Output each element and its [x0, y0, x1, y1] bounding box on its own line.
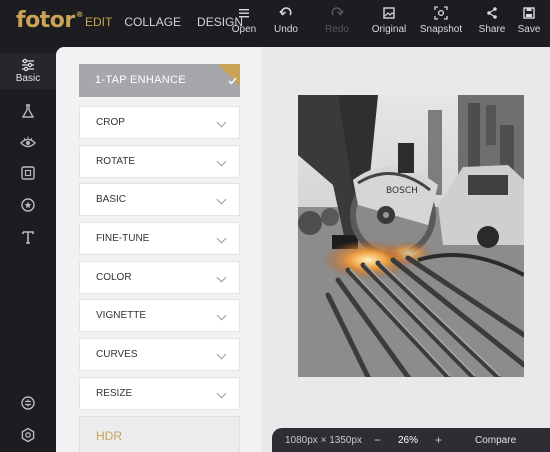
- tab-edit[interactable]: EDIT: [85, 15, 112, 29]
- nav-stickers[interactable]: [0, 197, 56, 219]
- share-button[interactable]: Share: [478, 6, 506, 35]
- toolbar: Open Undo Redo Original Snapshot Share S…: [226, 6, 550, 42]
- hdr-row[interactable]: HDR: [79, 416, 240, 452]
- resize-label: RESIZE: [96, 388, 133, 399]
- svg-text:BOSCH: BOSCH: [386, 186, 418, 196]
- color-label: COLOR: [96, 272, 132, 283]
- zoom-bar: 1080px × 1350px − 26% + Compare: [272, 428, 550, 452]
- fine-tune-row[interactable]: FINE-TUNE: [79, 222, 240, 255]
- image-dimensions: 1080px × 1350px: [285, 435, 363, 446]
- share-label: Share: [478, 24, 506, 35]
- redo-icon: [323, 6, 351, 22]
- fotor-logo[interactable]: fotor®: [16, 8, 84, 33]
- nav-text[interactable]: [0, 229, 56, 251]
- rotate-label: ROTATE: [96, 156, 136, 167]
- chevron-down-icon: [216, 233, 227, 244]
- app-window: fotor® EDIT COLLAGE DESIGN Open Undo Red…: [0, 0, 550, 452]
- tab-collage[interactable]: COLLAGE: [124, 15, 181, 29]
- chevron-down-icon: [216, 349, 227, 360]
- color-row[interactable]: COLOR: [79, 261, 240, 294]
- snapshot-icon: [418, 6, 464, 22]
- nav-basic[interactable]: Basic: [0, 53, 56, 89]
- undo-label: Undo: [274, 24, 298, 35]
- settings-circle-icon: [0, 395, 56, 411]
- undo-button[interactable]: Undo: [270, 6, 302, 35]
- redo-button[interactable]: Redo: [323, 6, 351, 35]
- chevron-down-icon: [216, 156, 227, 167]
- open-label: Open: [231, 24, 257, 35]
- chevron-down-icon: [216, 194, 227, 205]
- chevron-down-icon: [216, 272, 227, 283]
- photo-image: BOSCH: [298, 95, 524, 377]
- open-button[interactable]: Open: [228, 6, 260, 35]
- crop-label: CROP: [96, 117, 125, 128]
- compare-button[interactable]: Compare: [475, 435, 516, 446]
- chevron-down-icon: [216, 310, 227, 321]
- nav-settings[interactable]: [0, 427, 56, 449]
- share-icon: [478, 6, 506, 22]
- snapshot-label: Snapshot: [419, 24, 463, 35]
- basic-row[interactable]: BASIC: [79, 183, 240, 216]
- crop-row[interactable]: CROP: [79, 106, 240, 139]
- original-button[interactable]: Original: [369, 6, 409, 35]
- basic-label: BASIC: [96, 194, 127, 205]
- canvas-area: BOSCH: [262, 47, 550, 452]
- eye-icon: [0, 135, 56, 151]
- flask-icon: [0, 103, 56, 119]
- save-label: Save: [517, 24, 541, 35]
- basic-panel: 1-TAP ENHANCE CROP ROTATE BASIC FINE-TUN…: [56, 47, 262, 452]
- save-icon: [516, 6, 542, 22]
- hdr-label: HDR: [96, 429, 122, 443]
- nav-beauty[interactable]: [0, 135, 56, 157]
- gear-icon: [0, 427, 56, 443]
- zoom-in-button[interactable]: +: [435, 433, 442, 447]
- original-label: Original: [371, 24, 407, 35]
- redo-label: Redo: [325, 24, 349, 35]
- menu-icon: [228, 6, 260, 22]
- nav-basic-label: Basic: [15, 73, 41, 84]
- edited-photo[interactable]: BOSCH: [298, 95, 524, 377]
- resize-row[interactable]: RESIZE: [79, 377, 240, 410]
- rotate-row[interactable]: ROTATE: [79, 145, 240, 178]
- text-icon: [0, 229, 56, 245]
- sliders-icon: [0, 58, 56, 72]
- badge-icon: [0, 197, 56, 213]
- one-tap-enhance-button[interactable]: 1-TAP ENHANCE: [79, 64, 240, 97]
- nav-frames[interactable]: [0, 165, 56, 187]
- check-icon: [228, 66, 237, 97]
- chevron-down-icon: [216, 117, 227, 128]
- curves-label: CURVES: [96, 349, 138, 360]
- zoom-out-button[interactable]: −: [374, 433, 381, 447]
- left-nav: Basic: [0, 47, 56, 452]
- snapshot-button[interactable]: Snapshot: [418, 6, 464, 35]
- frame-icon: [0, 165, 56, 181]
- save-button[interactable]: Save: [516, 6, 542, 35]
- vignette-label: VIGNETTE: [96, 310, 147, 321]
- nav-effects[interactable]: [0, 103, 56, 125]
- image-icon: [369, 6, 409, 22]
- nav-adjust[interactable]: [0, 395, 56, 417]
- fine-tune-label: FINE-TUNE: [96, 233, 150, 244]
- one-tap-enhance-label: 1-TAP ENHANCE: [95, 74, 186, 86]
- zoom-level: 26%: [398, 435, 419, 446]
- vignette-row[interactable]: VIGNETTE: [79, 299, 240, 332]
- undo-icon: [270, 6, 302, 22]
- top-bar: fotor® EDIT COLLAGE DESIGN Open Undo Red…: [0, 0, 550, 47]
- curves-row[interactable]: CURVES: [79, 338, 240, 371]
- chevron-down-icon: [216, 388, 227, 399]
